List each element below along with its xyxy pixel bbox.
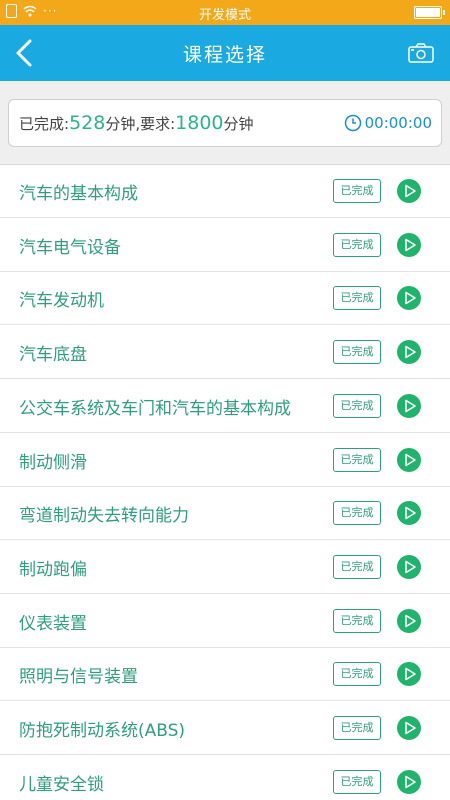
- status-badge: 已完成: [333, 609, 381, 633]
- course-row[interactable]: 制动侧滑 已完成: [0, 434, 450, 487]
- nav-bar: 课程选择: [0, 25, 450, 81]
- play-button[interactable]: [396, 608, 422, 634]
- course-name: 仪表装置: [19, 614, 87, 634]
- course-name: 防抱死制动系统(ABS): [19, 721, 186, 741]
- play-icon: [397, 394, 421, 418]
- camera-button[interactable]: [406, 39, 436, 67]
- course-name: 儿童安全锁: [19, 775, 104, 795]
- course-name: 汽车的基本构成: [19, 184, 138, 204]
- course-row[interactable]: 制动跑偏 已完成: [0, 541, 450, 594]
- course-name: 照明与信号装置: [19, 667, 138, 687]
- unit-label-1: 分钟,: [105, 115, 141, 133]
- progress-card: 已完成:528分钟,要求:1800分钟 00:00:00: [8, 99, 442, 147]
- status-badge: 已完成: [333, 394, 381, 418]
- completed-minutes: 528: [69, 112, 106, 134]
- clock-icon: [344, 114, 361, 132]
- progress-summary: 已完成:528分钟,要求:1800分钟: [19, 112, 254, 134]
- course-row[interactable]: 汽车底盘 已完成: [0, 326, 450, 379]
- course-name: 汽车底盘: [19, 345, 87, 365]
- course-name: 汽车电气设备: [19, 238, 121, 258]
- play-button[interactable]: [396, 715, 422, 741]
- course-row[interactable]: 弯道制动失去转向能力 已完成: [0, 487, 450, 540]
- timer: 00:00:00: [344, 114, 432, 132]
- play-button[interactable]: [396, 661, 422, 687]
- status-badge: 已完成: [333, 770, 381, 794]
- play-icon: [397, 662, 421, 686]
- status-badge: 已完成: [333, 179, 381, 203]
- course-row[interactable]: 儿童安全锁 已完成: [0, 756, 450, 800]
- course-row[interactable]: 防抱死制动系统(ABS) 已完成: [0, 702, 450, 755]
- play-button[interactable]: [396, 500, 422, 526]
- play-icon: [397, 179, 421, 203]
- status-badge: 已完成: [333, 716, 381, 740]
- course-name: 弯道制动失去转向能力: [19, 506, 189, 526]
- unit-label-2: 分钟: [223, 115, 254, 133]
- play-button[interactable]: [396, 178, 422, 204]
- required-label: 要求:: [140, 115, 176, 133]
- battery-icon: [414, 6, 445, 19]
- status-badge: 已完成: [333, 286, 381, 310]
- play-icon: [397, 286, 421, 310]
- play-icon: [397, 233, 421, 257]
- play-button[interactable]: [396, 339, 422, 365]
- play-icon: [397, 501, 421, 525]
- course-list: 汽车的基本构成 已完成 汽车电气设备 已完成 汽车发动机 已完成 汽车底盘 已完成 公交车系统及…: [0, 164, 450, 800]
- play-icon: [397, 555, 421, 579]
- play-icon: [397, 609, 421, 633]
- play-button[interactable]: [396, 447, 422, 473]
- status-badge: 已完成: [333, 448, 381, 472]
- course-row[interactable]: 公交车系统及车门和汽车的基本构成 已完成: [0, 380, 450, 433]
- play-button[interactable]: [396, 232, 422, 258]
- course-name: 汽车发动机: [19, 291, 104, 311]
- play-icon: [397, 448, 421, 472]
- camera-icon: [408, 43, 434, 63]
- timer-value: 00:00:00: [364, 114, 432, 132]
- course-row[interactable]: 汽车的基本构成 已完成: [0, 165, 450, 218]
- play-button[interactable]: [396, 285, 422, 311]
- play-icon: [397, 716, 421, 740]
- play-button[interactable]: [396, 554, 422, 580]
- status-title: 开发模式: [198, 8, 251, 23]
- course-name: 制动跑偏: [19, 560, 87, 580]
- course-name: 公交车系统及车门和汽车的基本构成: [19, 399, 291, 419]
- completed-label: 已完成:: [19, 115, 70, 133]
- required-minutes: 1800: [175, 112, 224, 134]
- course-row[interactable]: 照明与信号装置 已完成: [0, 648, 450, 701]
- play-icon: [397, 770, 421, 794]
- course-row[interactable]: 汽车电气设备 已完成: [0, 219, 450, 272]
- course-name: 制动侧滑: [19, 453, 87, 473]
- play-button[interactable]: [396, 769, 422, 795]
- status-badge: 已完成: [333, 662, 381, 686]
- play-button[interactable]: [396, 393, 422, 419]
- course-row[interactable]: 汽车发动机 已完成: [0, 272, 450, 325]
- status-badge: 已完成: [333, 555, 381, 579]
- status-badge: 已完成: [333, 501, 381, 525]
- play-icon: [397, 340, 421, 364]
- status-badge: 已完成: [333, 340, 381, 364]
- page-title: 课程选择: [182, 44, 267, 66]
- status-badge: 已完成: [333, 233, 381, 257]
- status-bar: ··· 开发模式: [0, 0, 450, 25]
- course-row[interactable]: 仪表装置 已完成: [0, 595, 450, 648]
